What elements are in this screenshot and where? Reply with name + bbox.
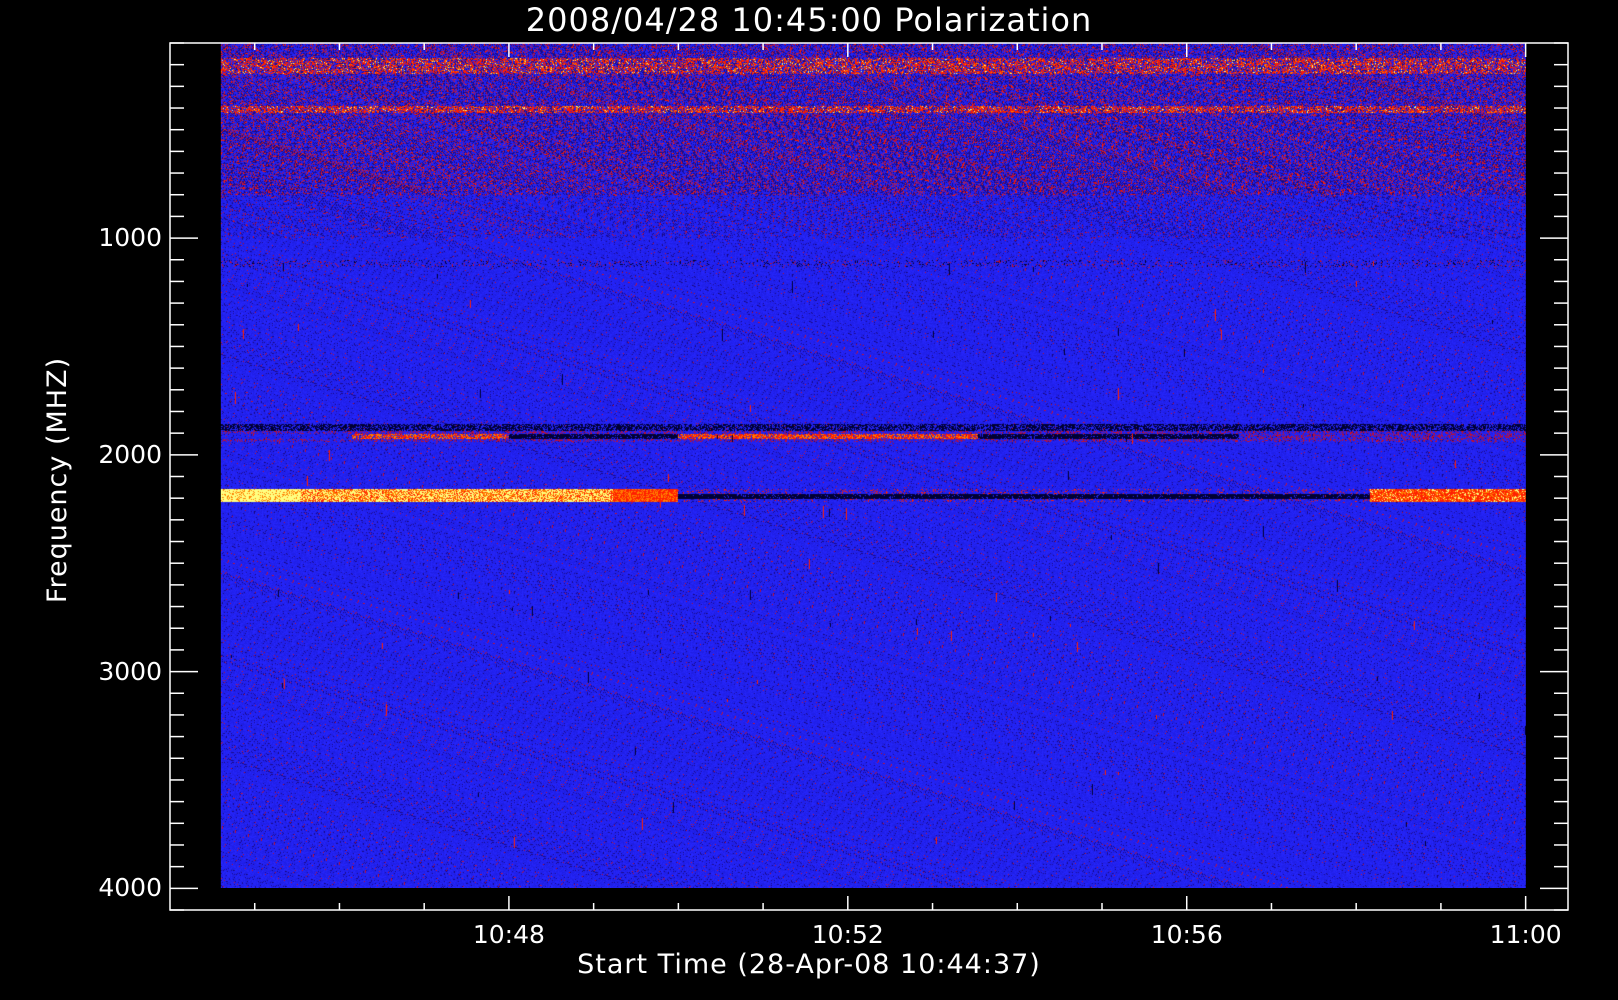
y-tick-label: 3000: [98, 656, 162, 686]
chart-title: 2008/04/28 10:45:00 Polarization: [525, 1, 1093, 39]
x-tick-label: 10:48: [472, 920, 545, 949]
x-axis-label: Start Time (28-Apr-08 10:44:37): [577, 949, 1041, 980]
y-tick-label: 4000: [98, 873, 162, 903]
x-tick-label: 10:52: [811, 920, 884, 949]
x-tick-label: 10:56: [1150, 920, 1223, 949]
x-tick-label: 11:00: [1489, 920, 1562, 949]
heatmap-image: [220, 43, 1526, 888]
y-tick-label: 1000: [98, 223, 162, 253]
y-axis-label: Frequency (MHZ): [42, 356, 73, 604]
spectrogram-chart: [0, 0, 1618, 1000]
y-tick-label: 2000: [98, 439, 162, 469]
